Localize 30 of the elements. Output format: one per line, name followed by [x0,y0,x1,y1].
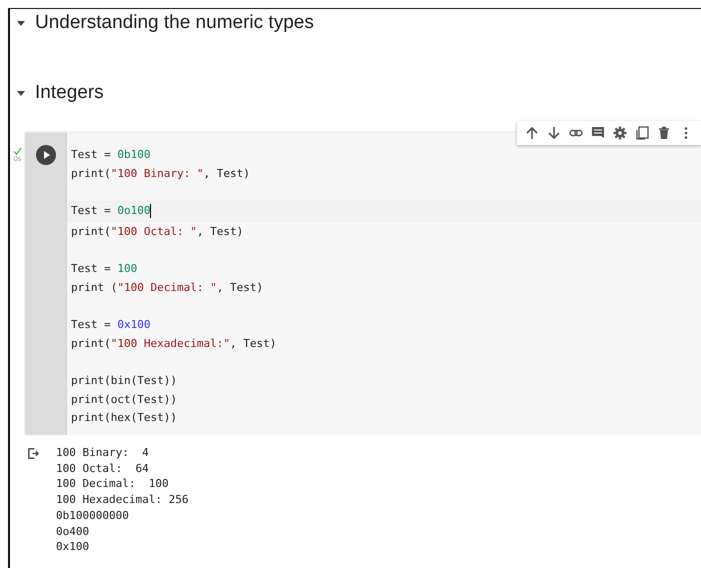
code-line: print(bin(Test)) [71,374,177,388]
run-button[interactable] [36,145,56,165]
code-line: print("100 Octal: ", Test) [71,224,244,238]
arrow-up-icon[interactable] [525,126,539,140]
code-line: print(hex(Test)) [71,411,177,424]
output-icon [27,447,40,460]
code-line: print ("100 Decimal: ", Test) [71,280,264,294]
caret-icon[interactable] [16,88,26,98]
output-line: 100 Binary: 4 [56,445,150,461]
section-title: Understanding the numeric types [35,12,314,34]
delete-icon[interactable] [657,126,671,140]
section-title: Integers [35,82,104,104]
comment-icon[interactable] [591,126,605,140]
code-line: Test = 0b100 [71,148,150,161]
copy-icon[interactable] [635,126,649,140]
output-line: 100 Decimal: 100 [56,476,170,492]
output-line: 100 Hexadecimal: 256 [56,492,188,508]
code-line: Test = 0x100 [71,318,150,332]
arrow-down-icon[interactable] [547,126,561,140]
code-line: print("100 Hexadecimal:", Test) [71,336,276,350]
output-line: 0b100000000 [56,508,130,524]
caret-icon[interactable] [16,18,26,28]
output-line: 100 Octal: 64 [56,460,150,476]
output-line: 0o400 [56,524,90,540]
code-line: Test = 0o100 [71,204,152,218]
output-line: 0x100 [56,539,90,555]
settings-icon[interactable] [613,126,627,140]
code-line: print(oct(Test)) [71,392,177,406]
code-line: print("100 Binary: ", Test) [71,166,250,180]
code-line: Test = 100 [71,262,138,275]
